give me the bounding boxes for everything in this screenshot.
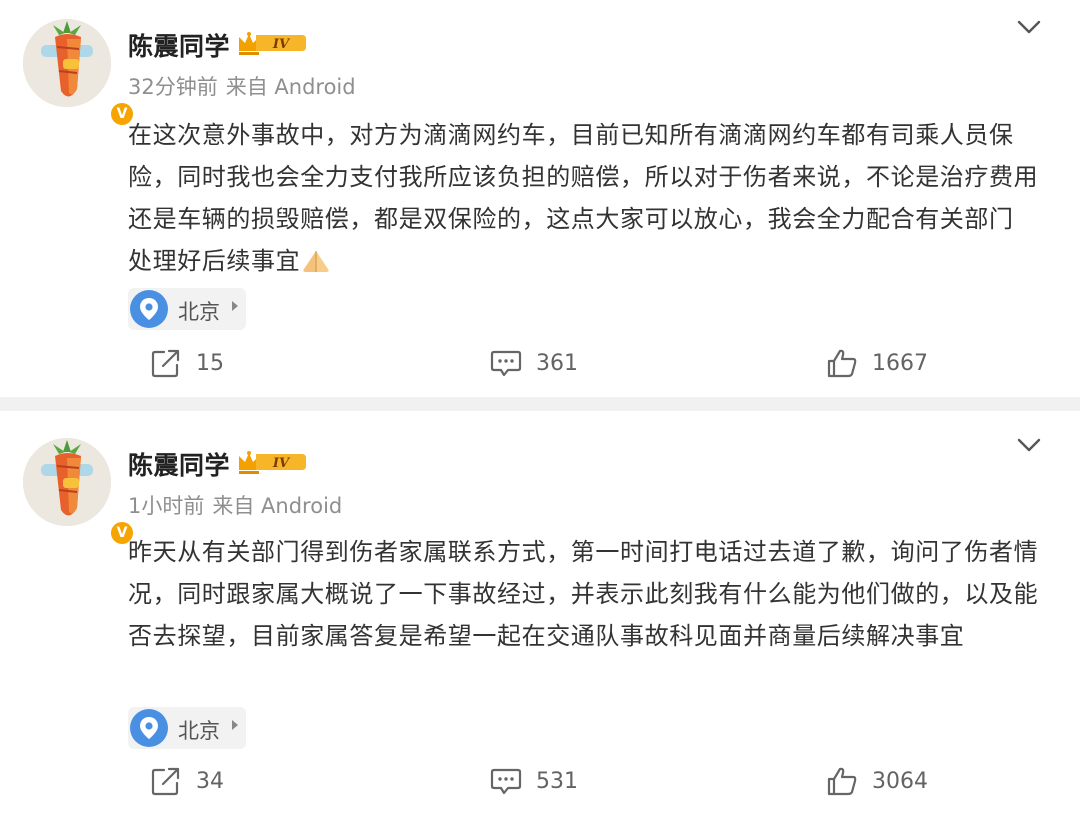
post-meta: 32分钟前 来自 Android [128,71,356,101]
like-icon [827,349,857,378]
avatar[interactable]: V [23,438,135,546]
weibo-feed: V 陈震同学 IV 32分钟前 来自 Android 在这次意外事故中，对方为滴滴… [0,0,1080,814]
comment-count: 361 [536,350,578,376]
comment-button[interactable]: 361 [490,346,578,380]
like-icon [827,767,857,796]
location-text: 北京 [178,719,220,743]
vip-level-text: IV [272,456,291,471]
location-pin-icon [130,290,168,328]
post-time: 32分钟前 [128,75,218,99]
repost-button[interactable]: 34 [150,764,224,798]
repost-button[interactable]: 15 [150,346,224,380]
chevron-down-icon[interactable] [1014,14,1044,40]
post-source: 来自 Android [212,494,343,518]
like-button[interactable]: 1667 [826,346,928,380]
like-button[interactable]: 3064 [826,764,928,798]
action-bar: 15 361 1667 [0,346,1080,380]
comment-icon [490,768,522,795]
repost-icon [151,767,180,796]
post-card: V 陈震同学 IV 32分钟前 来自 Android 在这次意外事故中，对方为滴滴… [0,0,1080,397]
chevron-right-icon [232,301,238,311]
post-time: 1小时前 [128,494,205,518]
location-tag[interactable]: 北京 [128,288,246,330]
comment-count: 531 [536,768,578,794]
post-text: 在这次意外事故中，对方为滴滴网约车，目前已知所有滴滴网约车都有司乘人员保险，同时… [128,121,1039,275]
comment-button[interactable]: 531 [490,764,578,798]
post-meta: 1小时前 来自 Android [128,490,342,520]
avatar[interactable]: V [23,19,135,127]
action-bar: 34 531 3064 [0,764,1080,798]
comment-icon [490,350,522,377]
chevron-down-icon[interactable] [1014,432,1044,458]
post-source: 来自 Android [225,75,356,99]
repost-count: 34 [196,768,224,794]
crown-badge-icon: IV [236,29,308,61]
name-row: 陈震同学 IV [128,26,308,64]
praying-hands-emoji-icon [300,244,332,286]
username[interactable]: 陈震同学 [128,27,230,63]
chevron-right-icon [232,720,238,730]
post-content: 在这次意外事故中，对方为滴滴网约车，目前已知所有滴滴网约车都有司乘人员保险，同时… [128,114,1046,286]
carrot-avatar-image [23,19,111,107]
post-content: 昨天从有关部门得到伤者家属联系方式，第一时间打电话过去道了歉，询问了伤者情况，同… [128,531,1046,657]
repost-count: 15 [196,350,224,376]
post-text: 昨天从有关部门得到伤者家属联系方式，第一时间打电话过去道了歉，询问了伤者情况，同… [128,538,1039,650]
location-tag[interactable]: 北京 [128,707,246,749]
post-card: V 陈震同学 IV 1小时前 来自 Android 昨天从有关部门得到伤者家属联系… [0,411,1080,814]
repost-icon [151,349,180,378]
carrot-avatar-image [23,438,111,526]
location-text: 北京 [178,300,220,324]
location-pin-icon [130,709,168,747]
name-row: 陈震同学 IV [128,445,308,483]
vip-level-text: IV [272,37,291,52]
crown-badge-icon: IV [236,448,308,480]
like-count: 1667 [872,350,928,376]
username[interactable]: 陈震同学 [128,446,230,482]
like-count: 3064 [872,768,928,794]
